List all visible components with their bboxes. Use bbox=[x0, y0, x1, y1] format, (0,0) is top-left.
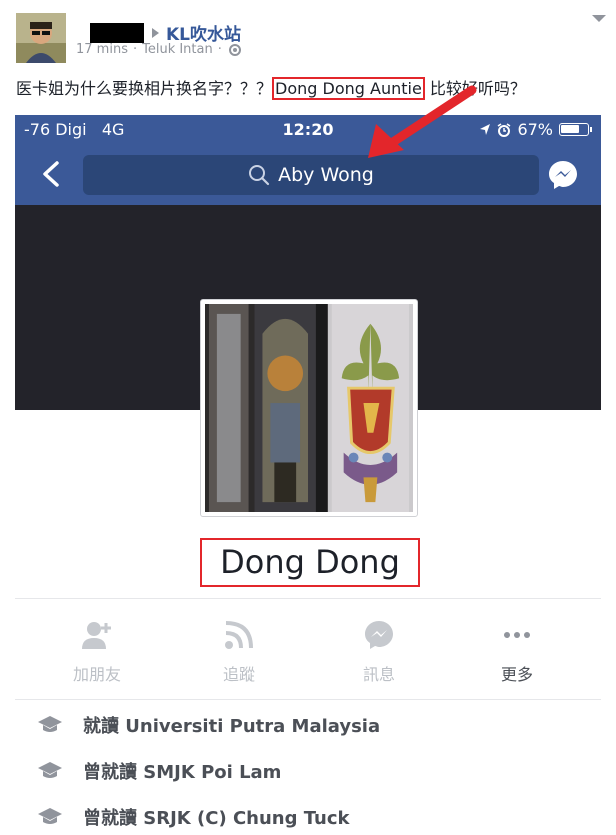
education-school[interactable]: Universiti Putra Malaysia bbox=[125, 716, 380, 737]
education-prefix: 曾就讀 bbox=[83, 808, 137, 829]
back-chevron-icon[interactable] bbox=[39, 161, 65, 187]
search-query: Aby Wong bbox=[278, 164, 374, 186]
alarm-icon bbox=[498, 122, 511, 137]
education-row[interactable]: 曾就讀 SRJK (C) Chung Tuck bbox=[15, 793, 601, 835]
globe-icon bbox=[228, 43, 241, 56]
more-label: 更多 bbox=[500, 665, 533, 684]
graduation-cap-icon bbox=[38, 808, 62, 824]
education-row[interactable]: 曾就讀 SMJK Poi Lam bbox=[15, 747, 601, 793]
status-right: 67% bbox=[479, 120, 592, 139]
battery-percent: 67% bbox=[517, 120, 553, 139]
post-meta: 17 mins · Teluk Intan · bbox=[76, 42, 241, 57]
more-icon bbox=[504, 632, 530, 638]
status-bar: -76 Digi 4G 12:20 67% bbox=[15, 115, 601, 145]
education-prefix: 曾就讀 bbox=[83, 762, 137, 783]
battery-icon bbox=[559, 123, 592, 136]
nav-bar: Aby Wong bbox=[15, 145, 601, 205]
education-row[interactable]: 就讀 Universiti Putra Malaysia bbox=[15, 701, 601, 747]
shared-to-arrow-icon bbox=[152, 28, 159, 38]
post-text-before: 医卡姐为什么要换相片换名字？？？ bbox=[16, 79, 273, 98]
add-friend-button[interactable]: 加朋友 bbox=[37, 599, 157, 699]
search-icon bbox=[249, 165, 270, 186]
post-time[interactable]: 17 mins bbox=[76, 42, 128, 57]
graduation-cap-icon bbox=[38, 716, 62, 732]
education-text: 就讀 Universiti Putra Malaysia bbox=[83, 712, 380, 738]
education-school[interactable]: SMJK Poi Lam bbox=[143, 762, 281, 783]
profile-name: Dong Dong bbox=[200, 538, 420, 587]
location-arrow-icon bbox=[480, 124, 491, 135]
graduation-cap-icon bbox=[38, 762, 62, 778]
redacted-user-name bbox=[90, 23, 144, 43]
education-text: 曾就讀 SMJK Poi Lam bbox=[83, 758, 281, 784]
post-location[interactable]: Teluk Intan bbox=[142, 42, 213, 57]
post-header: KL吹水站 17 mins · Teluk Intan · bbox=[16, 11, 606, 63]
profile-actions: 加朋友 追蹤 訊息 更多 bbox=[15, 598, 601, 700]
profile-photo[interactable] bbox=[200, 299, 418, 517]
follow-icon bbox=[225, 621, 253, 649]
post-image[interactable]: -76 Digi 4G 12:20 67% Aby Wong Dong Dong… bbox=[15, 115, 601, 835]
more-button[interactable]: 更多 bbox=[457, 599, 577, 699]
education-text: 曾就讀 SRJK (C) Chung Tuck bbox=[83, 804, 350, 830]
message-icon bbox=[365, 621, 393, 649]
education-school[interactable]: SRJK (C) Chung Tuck bbox=[143, 808, 349, 829]
add-friend-icon bbox=[82, 622, 111, 649]
meta-separator: · bbox=[132, 42, 138, 57]
education-prefix: 就讀 bbox=[83, 716, 119, 737]
chevron-down-icon[interactable] bbox=[592, 15, 606, 22]
messenger-icon[interactable] bbox=[547, 159, 579, 191]
add-friend-label: 加朋友 bbox=[72, 665, 121, 684]
message-button[interactable]: 訊息 bbox=[319, 599, 439, 699]
annotation-arrow-icon bbox=[368, 85, 477, 158]
follow-label: 追蹤 bbox=[222, 665, 255, 684]
avatar[interactable] bbox=[16, 13, 66, 63]
follow-button[interactable]: 追蹤 bbox=[179, 599, 299, 699]
meta-separator-2: · bbox=[217, 42, 222, 57]
stained-glass-image bbox=[205, 304, 413, 512]
message-label: 訊息 bbox=[362, 665, 395, 684]
post-text: 医卡姐为什么要换相片换名字？？？ Dong Dong Auntie 比较好听吗？ bbox=[16, 77, 606, 100]
avatar-image bbox=[16, 13, 66, 63]
